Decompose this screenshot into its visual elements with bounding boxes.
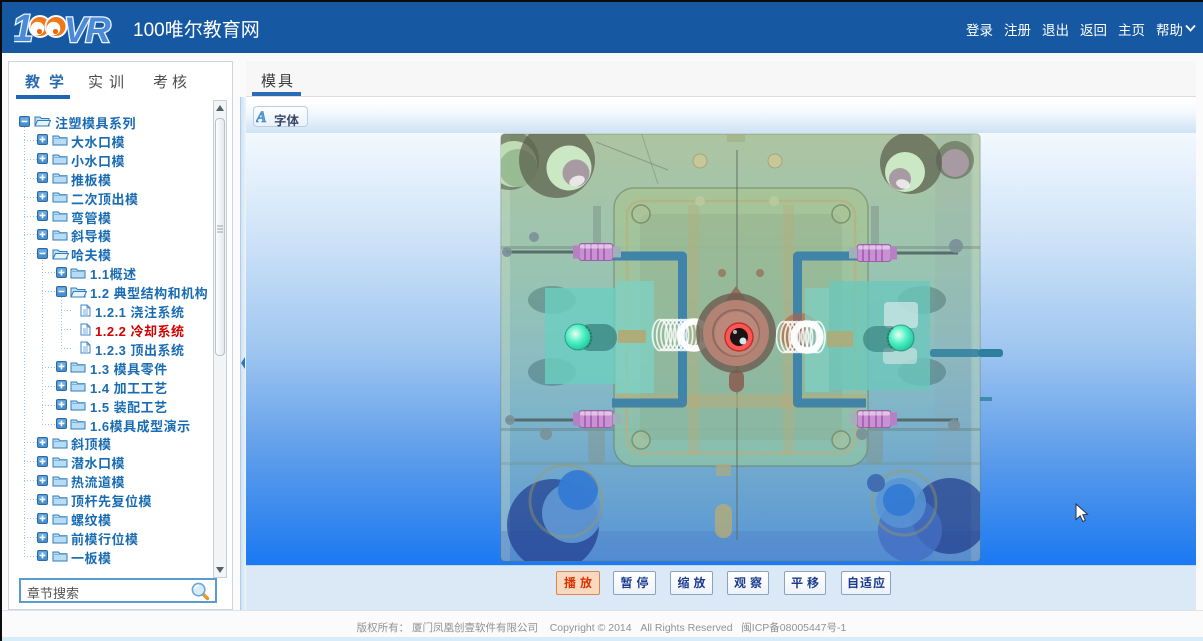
svg-text:VR: VR xyxy=(64,11,111,49)
svg-text:A: A xyxy=(256,109,267,125)
